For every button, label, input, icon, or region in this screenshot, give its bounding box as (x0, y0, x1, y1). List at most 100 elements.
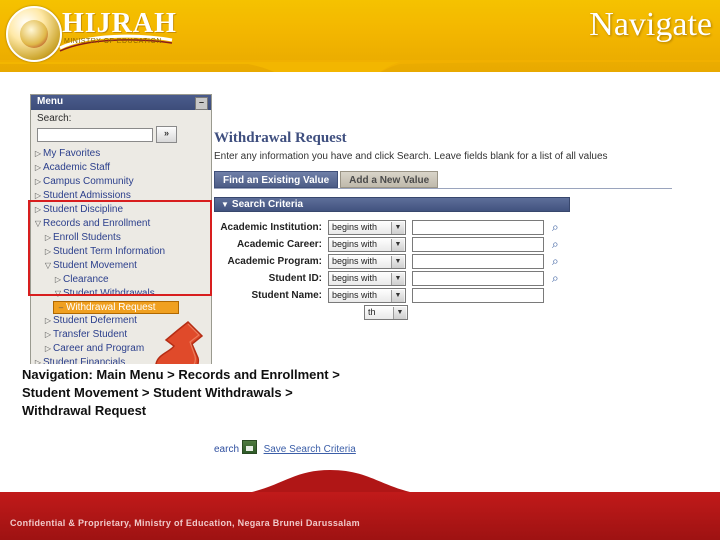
criteria-lookup-cell: ⌕ (544, 219, 559, 236)
criteria-operator-cell: begins with ▼ (328, 287, 408, 304)
criteria-value-cell (408, 253, 544, 270)
search-button[interactable]: earch (214, 444, 239, 455)
criteria-lookup-cell (544, 304, 559, 321)
criteria-value-cell (408, 236, 544, 253)
menu-item-label: Career and Program (53, 343, 145, 354)
operator-select[interactable]: begins with ▼ (328, 220, 406, 235)
menu-item-label: Student Deferment (53, 315, 137, 326)
chevron-down-icon: ▼ (391, 256, 404, 268)
magnifier-icon[interactable]: ⌕ (552, 271, 559, 285)
criteria-label: Academic Career: (236, 239, 322, 250)
save-search-criteria-link[interactable]: Save Search Criteria (264, 444, 356, 455)
menu-item-student-discipline[interactable]: ▷ Student Discipline (31, 203, 211, 217)
criteria-value-input[interactable] (412, 288, 544, 303)
criteria-lookup-cell: ⌕ (544, 253, 559, 270)
criteria-value-cell (408, 219, 544, 236)
criteria-value-cell (408, 287, 544, 304)
criteria-row: Student Name: begins with ▼ (214, 287, 559, 304)
chevron-right-icon: ▷ (34, 177, 42, 186)
criteria-operator-cell: begins with ▼ (328, 236, 408, 253)
menu-item-student-withdrawals[interactable]: ▽ Student Withdrawals (31, 287, 211, 301)
chevron-down-icon: ▽ (44, 261, 52, 270)
search-criteria-table: Academic Institution: begins with ▼ ⌕ Academ… (214, 219, 559, 321)
magnifier-icon[interactable]: ⌕ (552, 220, 559, 234)
criteria-row: Student ID: begins with ▼ ⌕ (214, 270, 559, 287)
menu-item-records-and-enrollment[interactable]: ▽ Records and Enrollment (31, 217, 211, 231)
menu-item-label: Student Movement (53, 260, 137, 271)
operator-value: begins with (332, 290, 378, 300)
minimize-icon[interactable]: – (195, 97, 208, 110)
menu-item-label: Withdrawal Request (66, 302, 156, 313)
criteria-value-input[interactable] (412, 237, 544, 252)
chevron-right-icon: ▷ (44, 247, 52, 256)
criteria-lookup-cell: ⌕ (544, 236, 559, 253)
content-instructions: Enter any information you have and click… (214, 151, 608, 162)
chevron-down-icon: ▼ (391, 290, 404, 302)
operator-select[interactable]: th ▼ (364, 305, 408, 320)
chevron-right-icon: ▷ (34, 205, 42, 214)
criteria-operator-cell: begins with ▼ (328, 219, 408, 236)
menu-search-label: Search: (37, 113, 72, 124)
dash-icon: – (58, 303, 64, 312)
menu-header: Menu – (31, 95, 211, 110)
content-footer: earch Save Search Criteria (214, 440, 688, 455)
criteria-value-cell (408, 304, 544, 321)
confidential-notice: Confidential & Proprietary, Ministry of … (10, 518, 360, 528)
search-criteria-header[interactable]: ▼ Search Criteria (214, 197, 570, 212)
criteria-value-input[interactable] (412, 220, 544, 235)
magnifier-icon[interactable]: ⌕ (552, 254, 559, 268)
criteria-lookup-cell: ⌕ (544, 270, 559, 287)
menu-item-student-admissions[interactable]: ▷ Student Admissions (31, 189, 211, 203)
menu-item-label: Campus Community (43, 176, 134, 187)
search-criteria-label: Search Criteria (231, 199, 304, 210)
logo-subtitle: MINISTRY OF EDUCATION (64, 38, 163, 45)
menu-item-campus-community[interactable]: ▷ Campus Community (31, 175, 211, 189)
menu-item-student-movement[interactable]: ▽ Student Movement (31, 259, 211, 273)
chevron-down-icon: ▼ (221, 200, 229, 209)
operator-value: begins with (332, 222, 378, 232)
criteria-value-input[interactable] (412, 271, 544, 286)
criteria-lookup-cell (544, 287, 559, 304)
logo-inner-icon (20, 20, 48, 48)
content-pane: Withdrawal Request Enter any information… (214, 130, 688, 321)
search-go-button[interactable]: » (156, 126, 177, 143)
navigation-note: Navigation: Main Menu > Records and Enro… (18, 364, 366, 424)
criteria-value-input[interactable] (412, 254, 544, 269)
save-icon (241, 440, 257, 454)
menu-item-label: Transfer Student (53, 329, 128, 340)
menu-item-label: Enroll Students (53, 232, 121, 243)
menu-item-label: Clearance (63, 274, 109, 285)
chevron-down-icon: ▼ (391, 222, 404, 234)
menu-item-enroll-students[interactable]: ▷ Enroll Students (31, 231, 211, 245)
operator-value: begins with (332, 239, 378, 249)
menu-item-student-term-information[interactable]: ▷ Student Term Information (31, 245, 211, 259)
operator-select[interactable]: begins with ▼ (328, 288, 406, 303)
chevron-down-icon: ▼ (391, 273, 404, 285)
logo-circle-icon (6, 6, 62, 62)
chevron-right-icon: ▷ (44, 344, 52, 353)
criteria-row: th ▼ (214, 304, 559, 321)
menu-item-clearance[interactable]: ▷ Clearance (31, 273, 211, 287)
chevron-down-icon: ▽ (54, 289, 62, 298)
tab-add-a-new-value[interactable]: Add a New Value (340, 171, 439, 188)
menu-item-withdrawal-request[interactable]: – Withdrawal Request (53, 301, 179, 314)
menu-item-label: My Favorites (43, 148, 101, 159)
menu-item-label: Academic Staff (43, 162, 111, 173)
operator-select[interactable]: begins with ▼ (328, 254, 406, 269)
tab-find-an-existing-value[interactable]: Find an Existing Value (214, 171, 339, 188)
criteria-label: Student ID: (268, 273, 322, 284)
chevron-down-icon: ▼ (391, 239, 404, 251)
tab-strip: Find an Existing Value Add a New Value (214, 170, 672, 189)
operator-select[interactable]: begins with ▼ (328, 271, 406, 286)
menu-item-label: Student Withdrawals (63, 288, 155, 299)
search-input[interactable] (37, 127, 153, 142)
operator-select[interactable]: begins with ▼ (328, 237, 406, 252)
criteria-row: Academic Program: begins with ▼ ⌕ (214, 253, 559, 270)
menu-item-academic-staff[interactable]: ▷ Academic Staff (31, 161, 211, 175)
magnifier-icon[interactable]: ⌕ (552, 237, 559, 251)
menu-item-label: Student Admissions (43, 190, 131, 201)
criteria-operator-cell: begins with ▼ (328, 253, 408, 270)
criteria-label: Academic Program: (227, 256, 322, 267)
criteria-label: Academic Institution: (220, 222, 322, 233)
menu-item-my-favorites[interactable]: ▷ My Favorites (31, 147, 211, 161)
